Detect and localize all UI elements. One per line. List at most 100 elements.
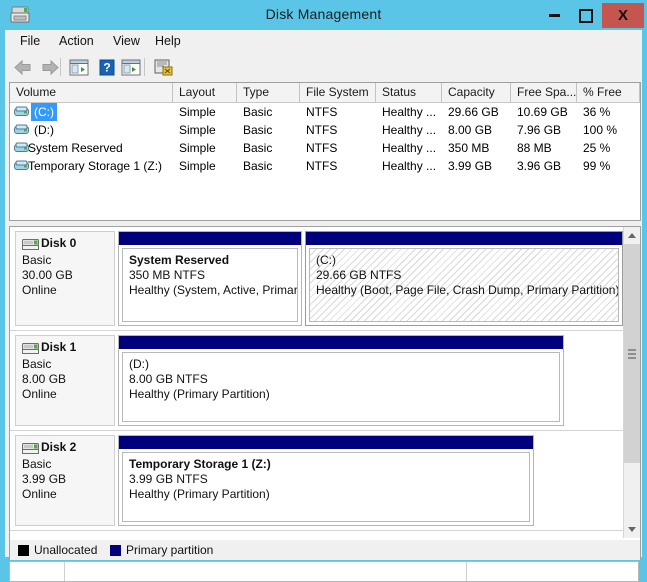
column-header-file-system[interactable]: File System xyxy=(300,83,376,102)
scrollbar-thumb[interactable] xyxy=(624,244,640,463)
column-header-percent-free[interactable]: % Free xyxy=(577,83,640,102)
cell-free-space: 3.96 GB xyxy=(517,157,575,175)
disk-name: Disk 0 xyxy=(41,236,76,250)
partition-status: Healthy (Primary Partition) xyxy=(129,487,529,502)
partition-status: Healthy (Primary Partition) xyxy=(129,387,559,402)
cell-capacity: 8.00 GB xyxy=(448,121,509,139)
legend: Unallocated Primary partition xyxy=(9,540,641,560)
menu-file[interactable]: File xyxy=(13,33,47,50)
cell-volume[interactable]: Temporary Storage 1 (Z:) xyxy=(25,157,165,175)
cell-type: Basic xyxy=(243,121,298,139)
column-header-volume[interactable]: Volume xyxy=(10,83,173,102)
table-row[interactable]: Temporary Storage 1 (Z:)SimpleBasicNTFSH… xyxy=(10,157,640,175)
partition-size: 3.99 GB NTFS xyxy=(129,472,529,487)
legend-label-primary-partition: Primary partition xyxy=(126,543,213,557)
cell-capacity: 3.99 GB xyxy=(448,157,509,175)
disk-info-panel[interactable]: Disk 1Basic8.00 GBOnline xyxy=(15,335,115,426)
help-button[interactable]: ? xyxy=(96,57,118,78)
disk-size: 8.00 GB xyxy=(22,372,66,387)
question-mark-icon: ? xyxy=(96,57,118,78)
disk-info-panel[interactable]: Disk 0Basic30.00 GBOnline xyxy=(15,231,115,326)
minimize-button[interactable] xyxy=(538,2,571,29)
table-row[interactable]: System ReservedSimpleBasicNTFSHealthy ..… xyxy=(10,139,640,157)
cell-status: Healthy ... xyxy=(382,121,440,139)
partition-block[interactable]: (C:)29.66 GB NTFSHealthy (Boot, Page Fil… xyxy=(305,231,623,326)
scroll-down-arrow-icon xyxy=(628,527,636,532)
partition-color-bar xyxy=(119,232,301,245)
cell-percent-free: 99 % xyxy=(583,157,638,175)
back-button[interactable] xyxy=(13,57,35,78)
partition-label: Temporary Storage 1 (Z:) xyxy=(129,457,529,472)
show-hide-tree-button[interactable] xyxy=(68,57,90,78)
partition-color-bar xyxy=(119,436,533,449)
partition-block[interactable]: System Reserved350 MB NTFSHealthy (Syste… xyxy=(118,231,302,326)
forward-button[interactable] xyxy=(38,57,60,78)
status-bar xyxy=(9,561,639,582)
volume-icon xyxy=(14,106,29,117)
menu-action[interactable]: Action xyxy=(52,33,101,50)
cell-type: Basic xyxy=(243,103,298,121)
toolbar-separator xyxy=(60,58,61,76)
primary-partition-swatch-icon xyxy=(110,545,121,556)
cell-layout: Simple xyxy=(179,157,235,175)
menu-help[interactable]: Help xyxy=(148,33,188,50)
disk-type: Basic xyxy=(22,253,73,268)
column-header-free-space[interactable]: Free Spa... xyxy=(511,83,577,102)
title-bar: Disk Management X xyxy=(0,0,647,30)
partition-label: (D:) xyxy=(129,357,559,372)
menu-bar: File Action View Help xyxy=(5,30,642,54)
status-divider-1 xyxy=(64,562,65,581)
table-row[interactable]: (D:)SimpleBasicNTFSHealthy ...8.00 GB7.9… xyxy=(10,121,640,139)
show-action-pane-button[interactable] xyxy=(120,57,142,78)
partition-slot: (D:)8.00 GB NTFSHealthy (Primary Partiti… xyxy=(118,335,564,426)
cell-volume[interactable]: (C:) xyxy=(31,103,57,121)
cell-volume[interactable]: (D:) xyxy=(31,121,57,139)
column-header-status[interactable]: Status xyxy=(376,83,442,102)
disk-icon xyxy=(22,443,39,454)
volume-list[interactable]: Volume Layout Type File System Status Ca… xyxy=(9,82,641,221)
scroll-up-arrow-icon xyxy=(628,233,636,238)
disk-type: Basic xyxy=(22,357,66,372)
rescan-disks-icon xyxy=(153,57,175,78)
disk-row: Disk 2Basic3.99 GBOnlineTemporary Storag… xyxy=(10,431,623,531)
cell-volume[interactable]: System Reserved xyxy=(25,139,126,157)
disk-size: 3.99 GB xyxy=(22,472,66,487)
partition-block[interactable]: Temporary Storage 1 (Z:)3.99 GB NTFSHeal… xyxy=(118,435,534,526)
cell-free-space: 10.69 GB xyxy=(517,103,575,121)
disk-info-panel[interactable]: Disk 2Basic3.99 GBOnline xyxy=(15,435,115,526)
table-row[interactable]: (C:)SimpleBasicNTFSHealthy ...29.66 GB10… xyxy=(10,103,640,121)
cell-free-space: 7.96 GB xyxy=(517,121,575,139)
cell-percent-free: 100 % xyxy=(583,121,638,139)
column-header-layout[interactable]: Layout xyxy=(173,83,237,102)
column-header-type[interactable]: Type xyxy=(237,83,300,102)
cell-status: Healthy ... xyxy=(382,103,440,121)
partition-details: System Reserved350 MB NTFSHealthy (Syste… xyxy=(122,248,298,322)
scroll-down-button[interactable] xyxy=(624,521,640,538)
legend-item-primary-partition: Primary partition xyxy=(110,544,213,556)
disk-row: Disk 0Basic30.00 GBOnlineSystem Reserved… xyxy=(10,227,623,331)
close-button[interactable]: X xyxy=(601,2,645,29)
rescan-disks-button[interactable] xyxy=(153,57,175,78)
close-icon: X xyxy=(618,8,628,23)
partition-status: Healthy (System, Active, Primar xyxy=(129,283,297,298)
partition-status: Healthy (Boot, Page File, Crash Dump, Pr… xyxy=(316,283,618,298)
cell-capacity: 350 MB xyxy=(448,139,509,157)
partition-block[interactable]: (D:)8.00 GB NTFSHealthy (Primary Partiti… xyxy=(118,335,564,426)
cell-free-space: 88 MB xyxy=(517,139,575,157)
disk-icon xyxy=(22,239,39,250)
graphical-view-scrollbar[interactable] xyxy=(623,227,640,538)
disk-graphical-view[interactable]: Disk 0Basic30.00 GBOnlineSystem Reserved… xyxy=(9,226,641,541)
disk-state: Online xyxy=(22,487,66,502)
maximize-button[interactable] xyxy=(570,2,602,29)
scroll-up-button[interactable] xyxy=(624,227,640,244)
partition-label: (C:) xyxy=(316,253,618,268)
menu-view[interactable]: View xyxy=(106,33,147,50)
partition-size: 8.00 GB NTFS xyxy=(129,372,559,387)
partition-details: Temporary Storage 1 (Z:)3.99 GB NTFSHeal… xyxy=(122,452,530,522)
disk-name: Disk 1 xyxy=(41,340,76,354)
volume-icon xyxy=(14,124,29,135)
cell-file-system: NTFS xyxy=(306,157,374,175)
svg-text:?: ? xyxy=(103,61,110,75)
minimize-icon xyxy=(549,14,560,17)
column-header-capacity[interactable]: Capacity xyxy=(442,83,511,102)
